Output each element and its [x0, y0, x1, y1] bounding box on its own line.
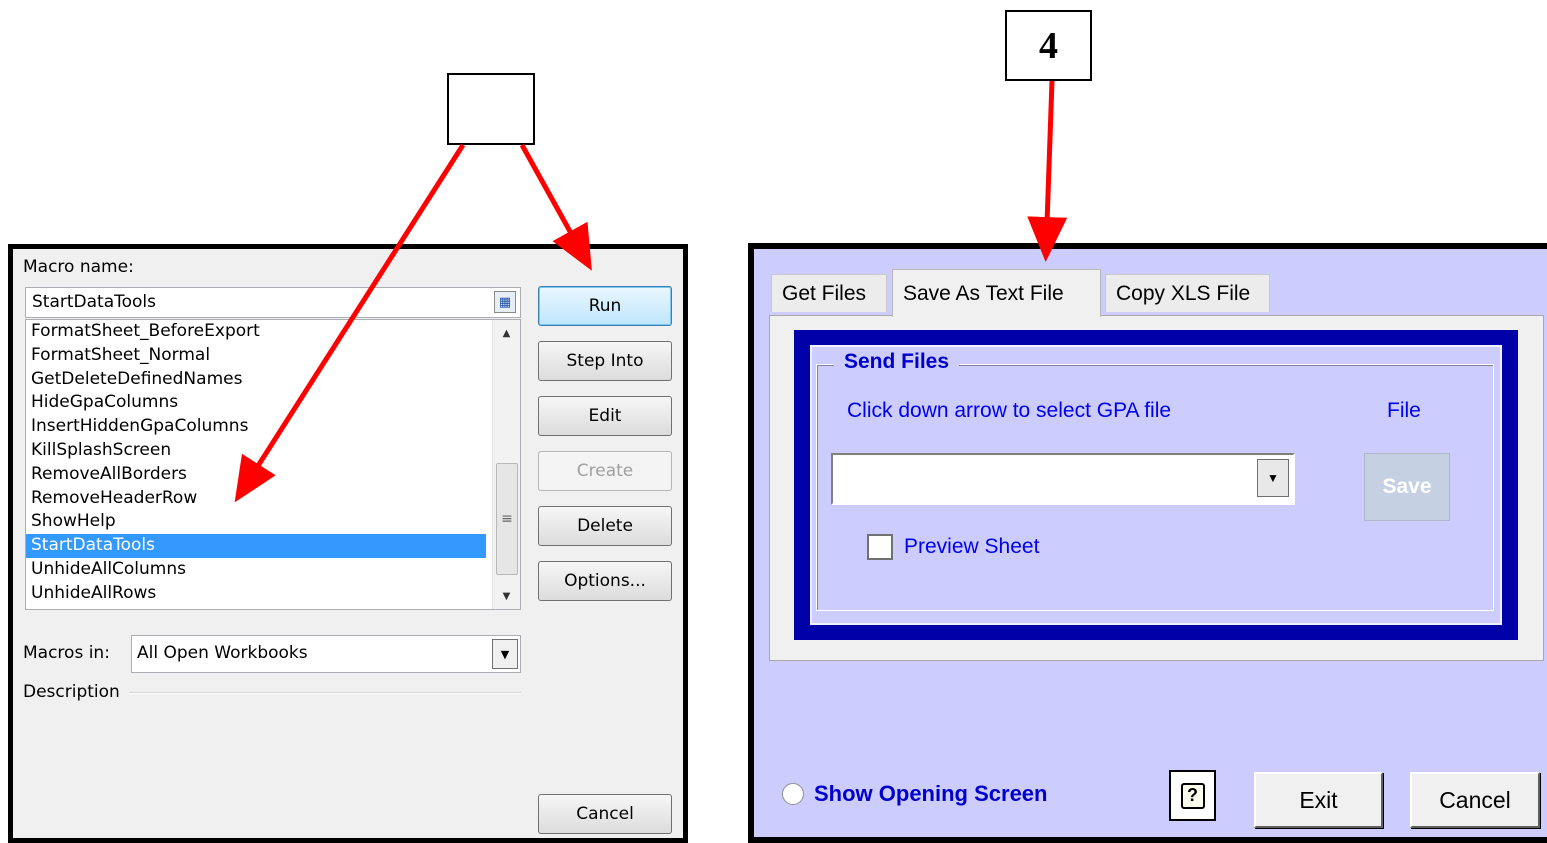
description-divider — [129, 692, 521, 694]
send-files-title: Send Files — [834, 350, 960, 374]
ref-edit-icon[interactable]: ▦ — [494, 291, 516, 313]
dropdown-arrow-icon[interactable]: ▼ — [492, 639, 518, 669]
send-files-frame: Send Files Click down arrow to select GP… — [794, 330, 1518, 640]
cancel-button[interactable]: Cancel — [538, 794, 672, 834]
file-label: File — [1387, 399, 1421, 422]
macro-list-item[interactable]: StartDataTools — [26, 534, 486, 558]
macro-dialog: Macro name: StartDataTools ▦ FormatSheet… — [8, 244, 688, 843]
macro-list-item[interactable]: RemoveHeaderRow — [26, 487, 486, 511]
help-button[interactable]: ? — [1169, 770, 1216, 821]
send-files-inner: Send Files Click down arrow to select GP… — [810, 345, 1502, 625]
scroll-down-icon[interactable]: ▼ — [493, 585, 520, 607]
macro-list-scrollbar[interactable]: ▲ ≡ ▼ — [492, 320, 520, 609]
macro-list-item[interactable]: UnhideAllColumns — [26, 558, 486, 582]
tab-copy-xls-file[interactable]: Copy XLS File — [1105, 274, 1270, 312]
callout-box-left — [447, 73, 535, 145]
macro-list-item[interactable]: ShowHelp — [26, 510, 486, 534]
data-tools-dialog: Get Files Save As Text File Copy XLS Fil… — [748, 243, 1547, 843]
macro-list-item[interactable]: FormatSheet_BeforeExport — [26, 320, 486, 344]
gpa-file-select[interactable]: ▼ — [831, 453, 1295, 505]
edit-button[interactable]: Edit — [538, 396, 672, 436]
callout-box-4: 4 — [1005, 10, 1092, 81]
macros-in-value: All Open Workbooks — [137, 643, 308, 663]
macros-in-label: Macros in: — [23, 643, 110, 663]
macro-name-value: StartDataTools — [32, 292, 156, 312]
macro-list-item[interactable]: HideGpaColumns — [26, 391, 486, 415]
scroll-up-icon[interactable]: ▲ — [493, 322, 520, 344]
macro-list-items: FormatSheet_BeforeExport FormatSheet_Norm… — [26, 320, 520, 606]
macro-list[interactable]: FormatSheet_BeforeExport FormatSheet_Norm… — [25, 319, 521, 610]
exit-button[interactable]: Exit — [1254, 772, 1383, 828]
preview-sheet-checkbox[interactable] — [867, 534, 893, 560]
macro-list-item[interactable]: FormatSheet_Normal — [26, 344, 486, 368]
help-icon: ? — [1180, 782, 1205, 809]
delete-button[interactable]: Delete — [538, 506, 672, 546]
macro-list-item[interactable]: GetDeleteDefinedNames — [26, 368, 486, 392]
options-button[interactable]: Options... — [538, 561, 672, 601]
create-button: Create — [538, 451, 672, 491]
tab-panel: Send Files Click down arrow to select GP… — [769, 315, 1544, 661]
show-opening-screen-label[interactable]: Show Opening Screen — [814, 781, 1047, 807]
step-into-button[interactable]: Step Into — [538, 341, 672, 381]
scroll-thumb[interactable]: ≡ — [496, 463, 518, 575]
save-button: Save — [1364, 453, 1450, 521]
instruction-text: Click down arrow to select GPA file — [847, 399, 1172, 422]
macro-name-label: Macro name: — [23, 257, 134, 277]
dropdown-arrow-icon[interactable]: ▼ — [1257, 459, 1289, 497]
cancel-button[interactable]: Cancel — [1410, 772, 1540, 828]
macro-list-item[interactable]: UnhideAllRows — [26, 582, 486, 606]
macro-list-item[interactable]: InsertHiddenGpaColumns — [26, 415, 486, 439]
macro-name-input[interactable]: StartDataTools ▦ — [25, 287, 521, 318]
arrow-to-save-as-text-tab — [1027, 80, 1068, 262]
macro-list-item[interactable]: RemoveAllBorders — [26, 463, 486, 487]
description-label: Description — [23, 682, 120, 702]
run-button[interactable]: Run — [538, 286, 672, 326]
tab-get-files[interactable]: Get Files — [771, 274, 887, 312]
show-opening-screen-radio[interactable] — [782, 783, 804, 805]
tab-save-as-text-file[interactable]: Save As Text File — [892, 269, 1101, 317]
preview-sheet-label[interactable]: Preview Sheet — [904, 535, 1039, 559]
macro-list-item[interactable]: KillSplashScreen — [26, 439, 486, 463]
macros-in-select[interactable]: All Open Workbooks ▼ — [131, 635, 521, 673]
